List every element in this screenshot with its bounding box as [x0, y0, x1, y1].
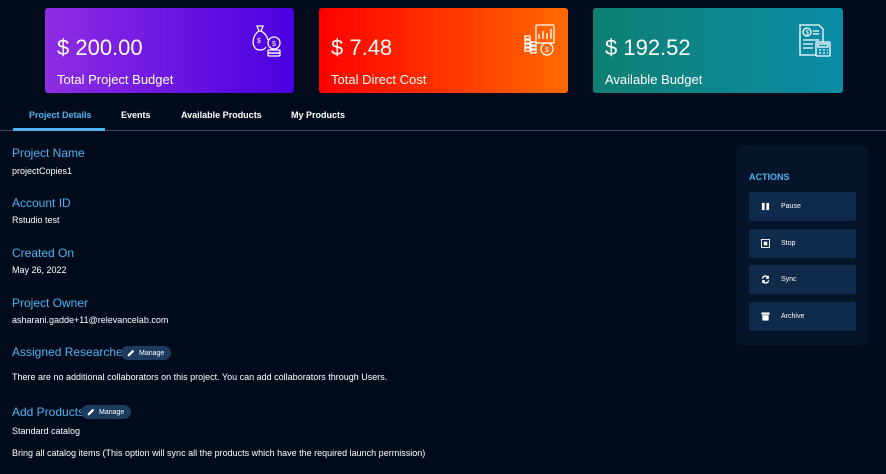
svg-text:$: $ — [272, 41, 276, 48]
tab-my-products[interactable]: My Products — [291, 110, 345, 120]
available-amount: $ 192.52 — [605, 35, 691, 60]
budget-amount: $ 200.00 — [57, 35, 143, 60]
catalog-value: Standard catalog — [12, 426, 81, 436]
project-name-value: projectCopies1 — [12, 166, 73, 176]
total-project-budget-card: $ 200.00 Total Project Budget $ $ — [45, 8, 294, 93]
manage-researchers-button[interactable]: Manage — [121, 346, 172, 360]
cost-amount: $ 7.48 — [331, 35, 393, 60]
manage-products-label: Manage — [99, 408, 125, 416]
tab-bar: Project Details Events Available Product… — [0, 102, 886, 131]
sync-button[interactable]: Sync — [749, 265, 856, 294]
created-on-value: May 26, 2022 — [12, 265, 67, 275]
manage-products-button[interactable]: Manage — [81, 405, 132, 419]
stop-button[interactable]: Stop — [749, 229, 856, 258]
pause-label: Pause — [781, 203, 801, 210]
svg-text:$: $ — [545, 47, 549, 54]
catalog-note: Bring all catalog items (This option wil… — [12, 448, 426, 458]
tab-events[interactable]: Events — [121, 110, 151, 120]
stop-label: Stop — [781, 240, 796, 247]
researchers-info-text: There are no additional collaborators on… — [12, 372, 388, 382]
cost-label: Total Direct Cost — [331, 72, 427, 87]
active-tab-indicator — [13, 128, 105, 131]
archive-label: Archive — [781, 313, 805, 320]
add-products-label: Add Products — [12, 405, 85, 419]
invoice-calculator-icon: $ — [799, 24, 831, 57]
total-direct-cost-card: $ 7.48 Total Direct Cost $ — [319, 8, 568, 93]
manage-researchers-label: Manage — [139, 349, 165, 357]
project-owner-value: asharani.gadde+11@relevancelab.com — [12, 315, 169, 325]
coins-chart-icon: $ — [524, 24, 555, 56]
budget-label: Total Project Budget — [57, 72, 174, 87]
archive-icon — [761, 312, 770, 321]
svg-text:$: $ — [257, 38, 261, 45]
archive-button[interactable]: Archive — [749, 302, 856, 331]
tab-project-details[interactable]: Project Details — [29, 110, 92, 120]
stop-icon — [761, 239, 770, 248]
pause-icon — [761, 202, 770, 211]
created-on-label: Created On — [12, 246, 75, 260]
pencil-icon — [87, 408, 95, 416]
pencil-icon — [127, 349, 135, 357]
account-id-value: Rstudio test — [12, 215, 60, 225]
account-id-label: Account ID — [12, 196, 71, 210]
available-budget-card: $ 192.52 Available Budget $ — [593, 8, 843, 93]
pause-button[interactable]: Pause — [749, 192, 856, 221]
money-bag-coins-icon: $ $ — [252, 25, 281, 57]
project-name-label: Project Name — [12, 146, 85, 160]
actions-title: ACTIONS — [749, 172, 790, 182]
sync-label: Sync — [781, 276, 797, 283]
assigned-researchers-label: Assigned Researchers — [12, 345, 133, 359]
tab-available-products[interactable]: Available Products — [181, 110, 262, 120]
available-label: Available Budget — [605, 72, 703, 87]
project-owner-label: Project Owner — [12, 296, 89, 310]
actions-panel: ACTIONS Pause Stop Sync Archive — [736, 145, 868, 345]
sync-icon — [761, 275, 770, 284]
